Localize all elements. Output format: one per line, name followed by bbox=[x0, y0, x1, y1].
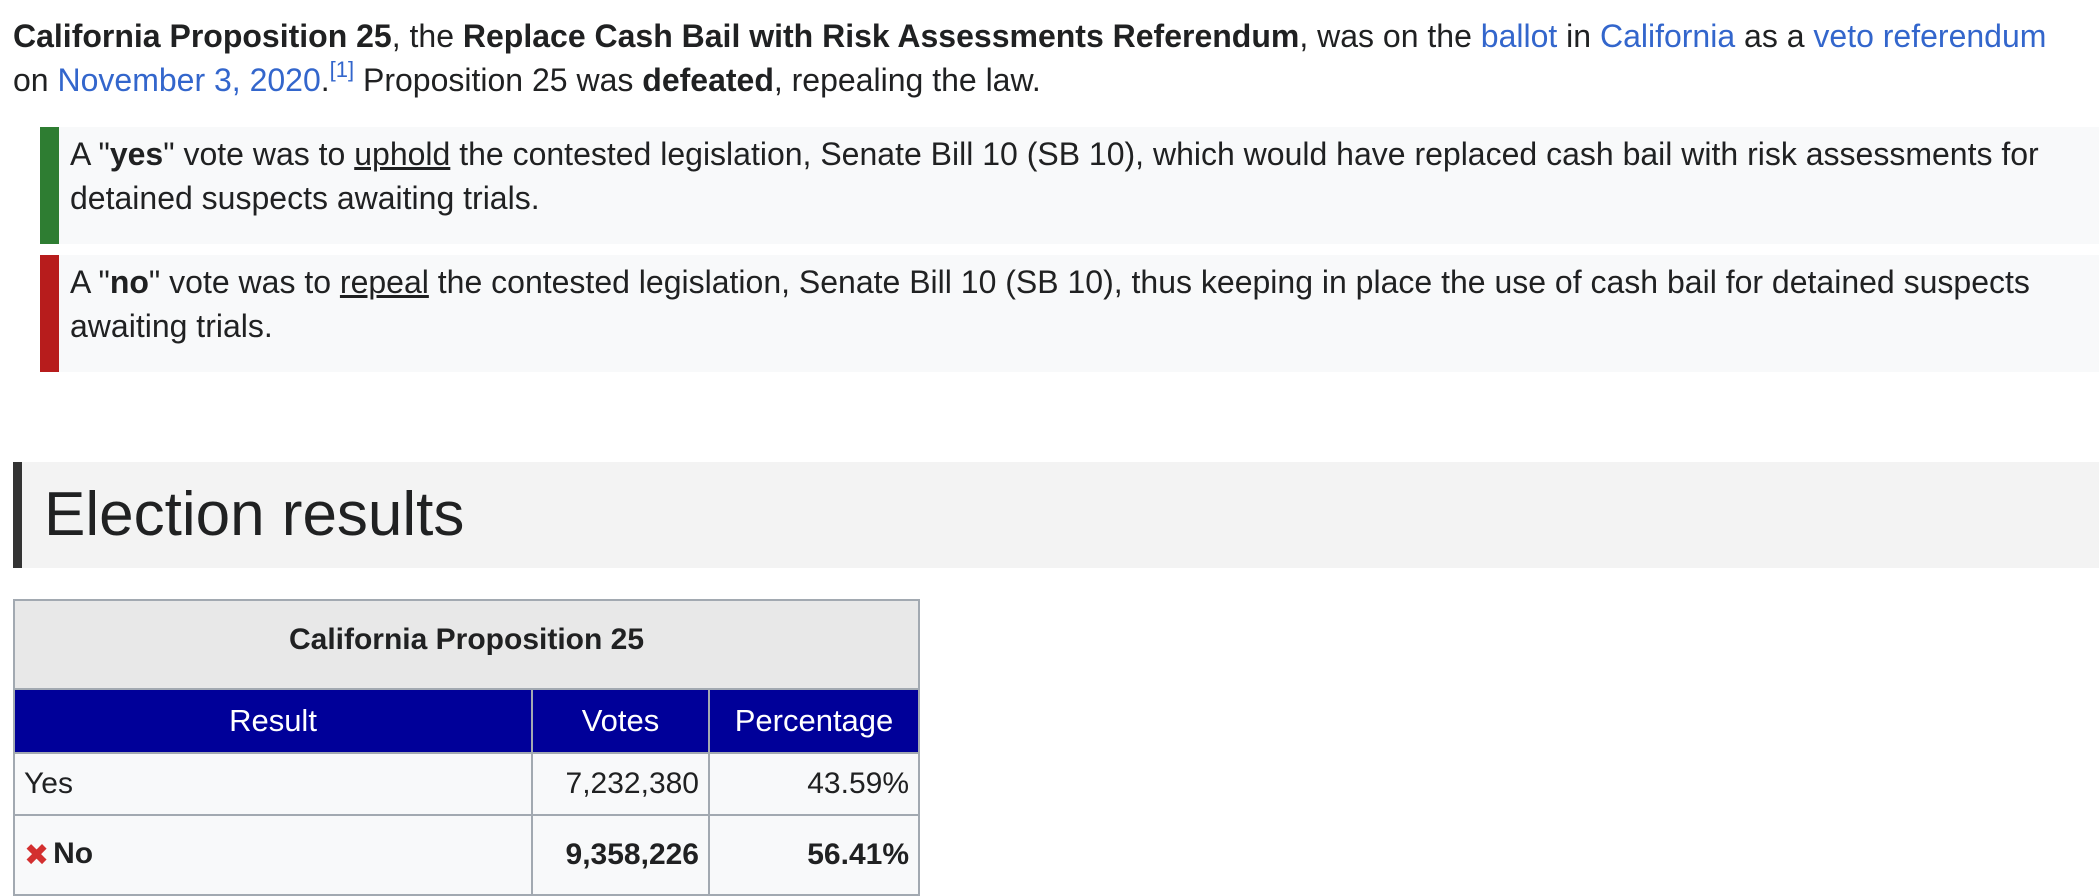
column-header-result: Result bbox=[13, 688, 533, 754]
intro-text: , repealing the law. bbox=[773, 62, 1041, 98]
yes-vote-box: A "yes" vote was to uphold the contested… bbox=[40, 127, 2099, 244]
column-header-votes: Votes bbox=[531, 688, 710, 754]
intro-text: , was on the bbox=[1299, 18, 1481, 54]
intro-text: Proposition 25 was bbox=[354, 62, 643, 98]
intro-text: . bbox=[320, 62, 330, 98]
percentage-cell: 43.59% bbox=[708, 752, 920, 816]
table-header-row: Result Votes Percentage bbox=[13, 688, 920, 754]
yes-label: yes bbox=[109, 136, 164, 172]
reference-link[interactable]: [1] bbox=[330, 57, 354, 82]
proposition-name: California Proposition 25 bbox=[13, 18, 392, 54]
votes-cell: 9,358,226 bbox=[531, 814, 710, 896]
votes-cell: 7,232,380 bbox=[531, 752, 710, 816]
yes-text: A " bbox=[70, 136, 110, 172]
veto-referendum-link[interactable]: veto referendum bbox=[1813, 18, 2046, 54]
intro-text: , the bbox=[391, 18, 463, 54]
results-table: California Proposition 25 Result Votes P… bbox=[13, 599, 920, 896]
repeal-text: repeal bbox=[339, 264, 429, 300]
intro-text: in bbox=[1557, 18, 1600, 54]
result-cell: Yes bbox=[13, 752, 533, 816]
defeated-text: defeated bbox=[642, 62, 774, 98]
result-cell: ✖ No bbox=[13, 814, 533, 896]
table-row: ✖ No 9,358,226 56.41% bbox=[13, 814, 920, 896]
cross-x-icon: ✖ bbox=[24, 839, 50, 872]
intro-text: on bbox=[13, 62, 58, 98]
result-label: No bbox=[53, 837, 94, 870]
percentage-cell: 56.41% bbox=[708, 814, 920, 896]
no-text: " vote was to bbox=[148, 264, 340, 300]
uphold-text: uphold bbox=[354, 136, 451, 172]
no-text: A " bbox=[70, 264, 110, 300]
ballot-link[interactable]: ballot bbox=[1481, 18, 1558, 54]
yes-color-bar bbox=[40, 127, 59, 244]
date-link[interactable]: November 3, 2020 bbox=[57, 62, 320, 98]
intro-paragraph: California Proposition 25, the Replace C… bbox=[13, 14, 2093, 102]
no-vote-box: A "no" vote was to repeal the contested … bbox=[40, 255, 2099, 372]
column-header-percentage: Percentage bbox=[708, 688, 920, 754]
table-caption: California Proposition 25 bbox=[13, 599, 920, 690]
intro-text: as a bbox=[1735, 18, 1814, 54]
section-heading-election-results: Election results bbox=[13, 462, 2099, 568]
california-link[interactable]: California bbox=[1600, 18, 1735, 54]
no-color-bar bbox=[40, 255, 59, 372]
table-row: Yes 7,232,380 43.59% bbox=[13, 752, 920, 816]
no-label: no bbox=[109, 264, 149, 300]
yes-text: " vote was to bbox=[163, 136, 355, 172]
referendum-title: Replace Cash Bail with Risk Assessments … bbox=[462, 18, 1300, 54]
